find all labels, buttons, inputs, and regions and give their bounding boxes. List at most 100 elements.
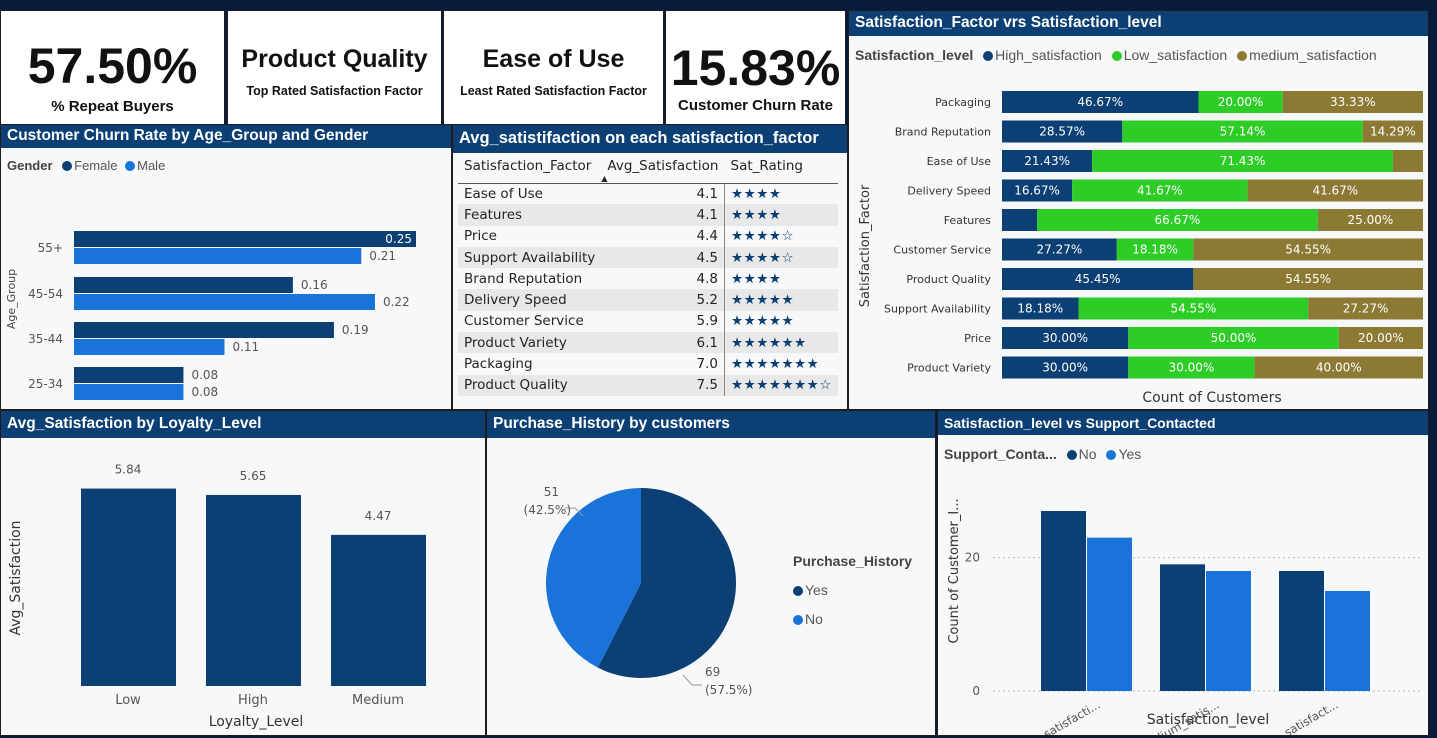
data-label: 66.67% (1155, 213, 1201, 227)
data-label: 0.16 (301, 278, 328, 292)
kpi-card-top-factor: Product Quality Top Rated Satisfaction F… (227, 10, 442, 126)
data-label: 18.18% (1132, 243, 1178, 257)
avg-cell: 5.2 (601, 289, 726, 311)
rating-cell: ★★★★★★★ (731, 356, 820, 373)
rating-cell: ★★★★★ (724, 289, 838, 311)
rating-cell: ★★★★★★★☆ (724, 374, 838, 396)
table-row[interactable]: Features 4.1 ★★★★ (458, 204, 838, 226)
data-label: 0.08 (191, 385, 218, 399)
chart-legend: Support_Conta... No Yes (944, 446, 1141, 462)
churn-chart-panel: Customer Churn Rate by Age_Group and Gen… (0, 124, 452, 410)
factor-cell: Brand Reputation (464, 270, 583, 287)
table-row[interactable]: Customer Service 5.9 ★★★★★ (458, 310, 838, 333)
data-label: 25.00% (1347, 213, 1393, 227)
data-label: 28.57% (1039, 125, 1085, 139)
legend-dot-icon (1237, 51, 1248, 61)
legend-dot-icon (793, 586, 803, 596)
data-label: 51 (544, 485, 559, 499)
bar (331, 534, 426, 686)
chart-title: Avg_Satisfaction by Loyalty_Level (1, 411, 485, 438)
tick-label: 55+ (38, 241, 63, 255)
avg-cell: 5.9 (601, 310, 726, 333)
legend-dot-icon (1111, 51, 1122, 61)
data-label: 18.18% (1017, 302, 1063, 316)
data-label: 30.00% (1169, 361, 1215, 375)
stacked-bar-chart: Satisfaction_Factor Count of Customers Pac… (858, 91, 1424, 406)
column-header[interactable]: Avg_Satisfaction ▲ (601, 152, 725, 184)
table-row[interactable]: Product Quality 7.5 ★★★★★★★☆ (458, 374, 838, 396)
data-label: 0.21 (369, 249, 396, 263)
tick-label: Features (944, 214, 992, 227)
avg-cell: 4.8 (601, 268, 726, 290)
tick-label: Price (964, 332, 991, 345)
avg-cell: 4.1 (601, 204, 726, 226)
legend-dot-icon (1106, 450, 1117, 460)
tick-label: Low (115, 693, 141, 708)
bar-yes (1325, 591, 1370, 691)
factor-cell: Product Quality (458, 374, 602, 396)
tick-label: Medium (352, 693, 404, 708)
data-label: 27.27% (1037, 243, 1083, 257)
legend-dot-icon (1066, 450, 1077, 460)
column-header[interactable]: Sat_Rating (724, 152, 838, 184)
chart-legend: Purchase_History Yes No (793, 547, 912, 634)
table-row[interactable]: Price 4.4 ★★★★☆ (458, 225, 838, 247)
avg-cell: 6.1 (601, 332, 726, 354)
data-label: 5.84 (115, 463, 142, 477)
bar-segment-high_satisfaction (1002, 209, 1038, 231)
kpi-label: Top Rated Satisfaction Factor (246, 84, 423, 98)
rating-cell: ★★★★ (731, 270, 782, 287)
legend-title: Purchase_History (793, 553, 913, 569)
tick-label: Product Quality (906, 273, 991, 286)
tick-label: 0 (972, 684, 980, 698)
legend-item: Low_satisfaction (1123, 47, 1228, 63)
legend-item: medium_satisfaction (1249, 47, 1377, 63)
legend-title: Satisfaction_level (855, 47, 974, 63)
avg-cell: 4.5 (601, 246, 726, 269)
bar-yes (1087, 537, 1132, 691)
bar-no (1041, 511, 1086, 691)
factor-cell: Delivery Speed (458, 289, 602, 311)
avg-cell: 4.1 (601, 183, 726, 205)
satisfaction-factor-table: Satisfaction_Factor Avg_Satisfaction ▲ Sa… (458, 152, 838, 396)
tick-label: 35-44 (28, 332, 63, 346)
legend-title: Support_Conta... (944, 446, 1057, 462)
bar-yes (1206, 571, 1251, 691)
column-header[interactable]: Satisfaction_Factor (458, 152, 602, 184)
stacked-chart-panel: Satisfaction_Factor vrs Satisfaction_lev… (848, 10, 1429, 410)
chart-title: Satisfaction_level vs Support_Contacted (938, 411, 1428, 435)
tick-label: High (238, 693, 268, 708)
bar-female (74, 322, 334, 338)
table-row[interactable]: Packaging 7.0 ★★★★★★★ (458, 353, 838, 375)
data-label: 5.65 (240, 469, 267, 483)
purchase-pie-panel: Purchase_History by customers 69 (57.5%) 5… (486, 410, 936, 736)
table-row[interactable]: Ease of Use 4.1 ★★★★ (458, 183, 838, 205)
table-row[interactable]: Brand Reputation 4.8 ★★★★ (458, 268, 838, 290)
leader-line (682, 674, 702, 686)
rating-cell: ★★★★☆ (724, 246, 838, 269)
bar-female (74, 367, 184, 383)
table-row[interactable]: Product Variety 6.1 ★★★★★★ (458, 332, 838, 354)
table-row[interactable]: Support Availability 4.5 ★★★★☆ (458, 246, 838, 269)
avg-cell: 7.5 (601, 374, 726, 396)
data-label: 0.19 (342, 323, 369, 337)
factor-cell: Price (464, 228, 497, 245)
data-label: 33.33% (1330, 95, 1376, 109)
tick-label: Customer Service (893, 244, 991, 257)
data-label: 45.45% (1075, 272, 1121, 286)
axis-label-x: Count of Customers (1142, 390, 1281, 406)
table-row[interactable]: Delivery Speed 5.2 ★★★★★ (458, 289, 838, 311)
rating-cell: ★★★★★★ (724, 332, 838, 354)
avg-cell: 7.0 (601, 353, 726, 375)
axis-label-x: Loyalty_Level (209, 714, 304, 730)
legend-item: Yes (1118, 446, 1142, 462)
legend-dot-icon (793, 615, 803, 625)
data-label: (42.5%) (524, 503, 571, 517)
chart-legend: Satisfaction_level High_satisfaction Low… (855, 47, 1377, 63)
tick-label: 45-54 (28, 287, 63, 301)
data-label: 4.47 (365, 509, 392, 523)
data-label: 30.00% (1042, 331, 1088, 345)
factor-cell: Packaging (464, 356, 533, 373)
tick-label: 25-34 (28, 377, 63, 391)
legend-item: High_satisfaction (995, 47, 1102, 63)
